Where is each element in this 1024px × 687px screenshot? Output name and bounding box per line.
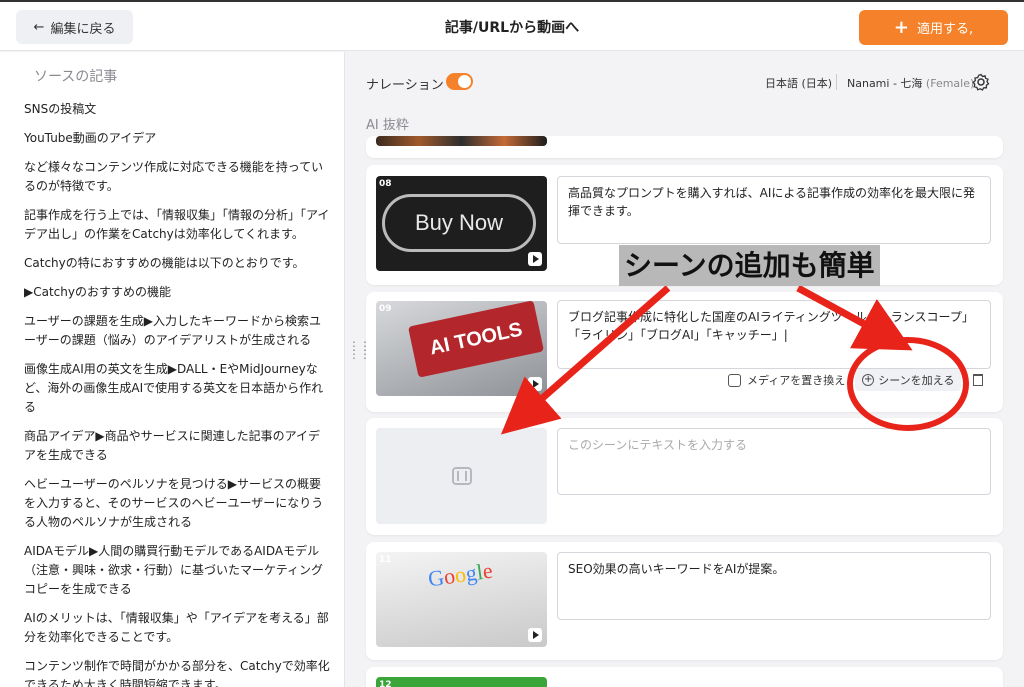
scene-text-input[interactable]: ブログ記事作成に特化した国産のAIライティングツール「トランスコープ」「ライリン…: [557, 300, 991, 369]
film-icon: [452, 467, 472, 485]
voice-select[interactable]: Nanami - 七海 (Female): [847, 75, 974, 91]
play-icon[interactable]: [528, 377, 542, 391]
scene-card[interactable]: 11 Google SEO効果の高いキーワードをAIが提案。: [366, 542, 1003, 660]
article-paragraph: 画像生成AI用の英文を生成▶DALL・EやMidJourneyなど、海外の画像生…: [24, 362, 324, 414]
source-article-panel: ソースの記事 SNSの投稿文 YouTube動画のアイデア など様々なコンテンツ…: [0, 52, 345, 687]
scene-thumbnail[interactable]: 08 Buy Now: [376, 176, 547, 271]
narration-label: ナレーション: [366, 78, 444, 93]
play-icon[interactable]: [528, 628, 542, 642]
plus-circle-icon: +: [862, 374, 875, 386]
article-paragraph: 記事作成を行う上では、「情報収集」「情報の分析」「アイデア出し」の作業をCatc…: [24, 208, 330, 241]
article-paragraph: AIDAモデル▶人間の購買行動モデルであるAIDAモデル（注意・興味・欲求・行動…: [24, 544, 324, 596]
language-select[interactable]: 日本語 (日本): [765, 75, 832, 91]
narration-toggle[interactable]: [446, 73, 473, 90]
article-paragraph: など様々なコンテンツ作成に対応できる機能を持っているのが特徴です。: [24, 160, 324, 193]
gear-icon[interactable]: [971, 72, 991, 92]
scene-number: 11: [379, 555, 392, 565]
thumbnail-image-text: AI TOOLS: [407, 301, 545, 378]
scene-number: 08: [379, 179, 392, 189]
scene-text-input[interactable]: 高品質なプロンプトを購入すれば、AIによる記事作成の効率化を最大限に発揮できます…: [557, 176, 991, 244]
scene-thumbnail[interactable]: 12: [376, 677, 547, 687]
article-paragraph: ヘビーユーザーのペルソナを見つける▶サービスの概要を入力すると、そのサービスのヘ…: [24, 477, 324, 529]
scene-thumbnail[interactable]: [376, 136, 547, 146]
article-paragraph: ▶Catchyのおすすめの機能: [24, 285, 171, 299]
scene-card[interactable]: このシーンにテキストを入力する: [366, 418, 1003, 535]
voice-name: Nanami - 七海: [847, 77, 923, 90]
add-scene-label: シーンを加える: [878, 374, 955, 387]
trash-icon[interactable]: [973, 374, 984, 386]
annotation-callout: シーンの追加も簡単: [619, 245, 880, 286]
play-icon[interactable]: [528, 252, 542, 266]
article-paragraph: SNSの投稿文: [24, 102, 97, 116]
add-scene-button[interactable]: + シーンを加える: [855, 369, 962, 391]
voice-gender: (Female): [925, 77, 975, 90]
scene-actions: メディアを置き換え + シーンを加える: [728, 369, 984, 391]
drag-handle-icon[interactable]: ⋮⋮ ⋮⋮: [348, 340, 371, 360]
top-bar: ← 編集に戻る 記事/URLから動画へ + 適用する,: [0, 0, 1024, 51]
article-paragraph: ユーザーの課題を生成▶入力したキーワードから検索ユーザーの課題（悩み）のアイデア…: [24, 314, 321, 347]
article-paragraph: AIのメリットは、「情報収集」や「アイデアを考える」部分を効率化できることです。: [24, 611, 329, 644]
thumbnail-image-text: Buy Now: [382, 194, 536, 252]
scene-card[interactable]: [366, 136, 1003, 158]
article-paragraph: 商品アイデア▶商品やサービスに関連した記事のアイデアを生成できる: [24, 429, 321, 462]
scene-text-input[interactable]: SEO効果の高いキーワードをAIが提案。: [557, 552, 991, 620]
scenes-panel: ナレーション 日本語 (日本) Nanami - 七海 (Female) AI …: [360, 52, 1024, 687]
thumbnail-image-text: Google: [426, 557, 495, 592]
replace-media-button[interactable]: メディアを置き換え: [747, 372, 845, 388]
scene-text-input[interactable]: このシーンにテキストを入力する: [557, 428, 991, 495]
article-paragraph: Catchyの特におすすめの機能は以下のとおりです。: [24, 256, 305, 270]
source-article-body: SNSの投稿文 YouTube動画のアイデア など様々なコンテンツ作成に対応でき…: [24, 100, 330, 687]
apply-button[interactable]: + 適用する,: [859, 10, 1008, 45]
scene-card[interactable]: 12: [366, 667, 1003, 687]
plus-icon: +: [893, 16, 909, 38]
article-paragraph: コンテンツ制作で時間がかかる部分を、Catchyで効率化できるため大きく時間短縮…: [24, 659, 330, 687]
scene-card[interactable]: 09 AI TOOLS ブログ記事作成に特化した国産のAIライティングツール「ト…: [366, 292, 1003, 412]
article-paragraph: YouTube動画のアイデア: [24, 131, 157, 145]
ai-excerpt-label: AI 抜粋: [366, 118, 409, 133]
scene-thumbnail[interactable]: 09 AI TOOLS: [376, 301, 547, 396]
scene-number: 09: [379, 304, 392, 314]
empty-scene-thumbnail[interactable]: [376, 428, 547, 524]
divider: [836, 74, 837, 90]
media-icon: [728, 373, 741, 387]
apply-button-label: 適用する,: [916, 22, 974, 37]
scene-thumbnail[interactable]: 11 Google: [376, 552, 547, 647]
source-article-heading: ソースの記事: [34, 69, 118, 85]
scene-number: 12: [379, 680, 392, 687]
